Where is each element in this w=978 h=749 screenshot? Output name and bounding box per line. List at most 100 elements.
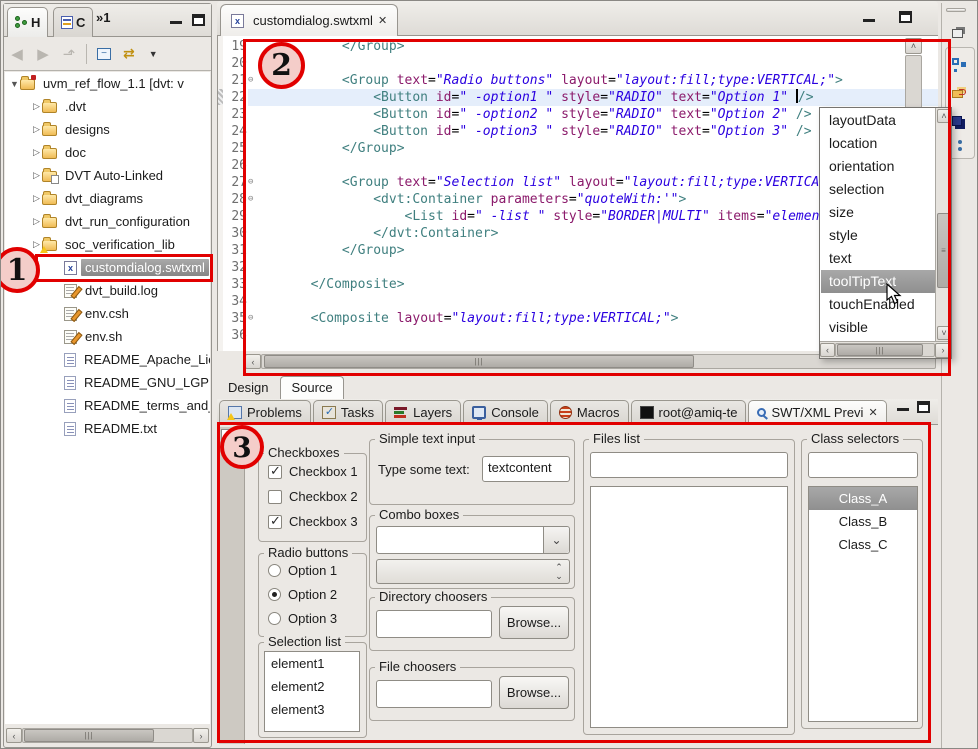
close-icon[interactable]: ✕ bbox=[378, 14, 387, 27]
selection-listbox[interactable]: element1element2element3 bbox=[264, 651, 360, 732]
autocomplete-item-size[interactable]: size bbox=[821, 201, 935, 224]
tree-item-doc[interactable]: ▷doc bbox=[5, 141, 210, 164]
code-line[interactable]: </Group> bbox=[248, 38, 938, 55]
list-item-class_b[interactable]: Class_B bbox=[809, 510, 917, 533]
checkbox-row[interactable]: Checkbox 1 bbox=[268, 464, 358, 479]
tree-item-dvt-build-log[interactable]: dvt_build.log bbox=[5, 279, 210, 302]
autocomplete-item-layoutData[interactable]: layoutData bbox=[821, 109, 935, 132]
tree-item-uvm-ref-flow-1-1-dvt-v[interactable]: ▼uvm_ref_flow_1.1 [dvt: v bbox=[5, 72, 210, 95]
explorer-minimize-button[interactable] bbox=[170, 16, 182, 24]
editor-tab-customdialog[interactable]: x customdialog.swtxml ✕ bbox=[220, 4, 398, 36]
spinner-up-down-icon[interactable]: ⌃⌄ bbox=[549, 560, 569, 583]
tab-layers[interactable]: Layers bbox=[385, 400, 461, 424]
radio-row[interactable]: Option 1 bbox=[268, 563, 337, 578]
popup-vscrollbar[interactable]: ˄ ≡ ˅ bbox=[935, 108, 951, 341]
autocomplete-item-selection[interactable]: selection bbox=[821, 178, 935, 201]
expand-arrow-icon[interactable]: ▷ bbox=[31, 147, 42, 158]
scroll-left-button[interactable]: ‹ bbox=[820, 343, 835, 357]
radio-selected-icon[interactable] bbox=[268, 588, 281, 601]
scroll-right-button[interactable]: › bbox=[935, 343, 951, 358]
scroll-left-button[interactable]: ‹ bbox=[6, 728, 22, 743]
tab-compile[interactable]: C bbox=[53, 7, 93, 37]
scroll-right-button[interactable]: › bbox=[193, 728, 209, 743]
palette-add-icon[interactable]: + bbox=[221, 429, 237, 445]
radio-row[interactable]: Option 3 bbox=[268, 611, 337, 626]
tab-macros[interactable]: Macros bbox=[550, 400, 629, 424]
radio-row[interactable]: Option 2 bbox=[268, 587, 337, 602]
tree-item-readme-gnu-lgpl-[interactable]: README_GNU_LGPL_ bbox=[5, 371, 210, 394]
tree-item-env-csh[interactable]: env.csh bbox=[5, 302, 210, 325]
bottom-maximize-button[interactable] bbox=[917, 403, 930, 413]
tree-item-designs[interactable]: ▷designs bbox=[5, 118, 210, 141]
tab-source[interactable]: Source bbox=[280, 376, 343, 399]
tab-tasks[interactable]: Tasks bbox=[313, 400, 383, 424]
radio-unselected-icon[interactable] bbox=[268, 612, 281, 625]
list-item-element2[interactable]: element2 bbox=[265, 675, 359, 698]
text-input-field[interactable]: textcontent bbox=[482, 456, 570, 482]
dvt-folders-icon[interactable] bbox=[952, 90, 963, 98]
scroll-up-button[interactable]: ˄ bbox=[905, 38, 922, 54]
tab-problems[interactable]: Problems bbox=[219, 400, 311, 424]
link-with-editor-icon[interactable]: ⇄ bbox=[123, 45, 135, 62]
restore-view-icon[interactable] bbox=[952, 29, 963, 38]
expand-arrow-icon[interactable]: ▷ bbox=[31, 124, 42, 135]
tree-item-readme-txt[interactable]: README.txt bbox=[5, 417, 210, 440]
windows-view-icon[interactable] bbox=[952, 116, 962, 126]
file-path-field[interactable] bbox=[376, 680, 492, 708]
browse-file-button[interactable]: Browse... bbox=[499, 676, 569, 709]
tab-design[interactable]: Design bbox=[217, 376, 279, 399]
tab-overflow-indicator[interactable]: »1 bbox=[96, 10, 110, 25]
code-line[interactable]: <Group text="Radio buttons" layout="layo… bbox=[248, 72, 938, 89]
autocomplete-item-toolTipText[interactable]: toolTipText bbox=[821, 270, 935, 293]
browse-directory-button[interactable]: Browse... bbox=[499, 606, 569, 639]
list-item-class_a[interactable]: Class_A bbox=[809, 487, 917, 510]
code-line[interactable]: <Button id=" -option1 " style="RADIO" te… bbox=[248, 89, 938, 106]
tree-item-dvt-diagrams[interactable]: ▷dvt_diagrams bbox=[5, 187, 210, 210]
class-filter-field[interactable] bbox=[808, 452, 918, 478]
radio-unselected-icon[interactable] bbox=[268, 564, 281, 577]
checkbox-row[interactable]: Checkbox 3 bbox=[268, 514, 358, 529]
more-views-dots-icon[interactable] bbox=[952, 140, 968, 154]
directory-path-field[interactable] bbox=[376, 610, 492, 638]
tree-item-readme-terms-and-[interactable]: README_terms_and_ bbox=[5, 394, 210, 417]
close-icon[interactable]: ✕ bbox=[868, 406, 877, 419]
bottom-minimize-button[interactable] bbox=[897, 403, 909, 413]
back-arrow-icon[interactable]: ◀ bbox=[4, 45, 30, 63]
chevron-down-icon[interactable]: ⌄ bbox=[543, 527, 569, 553]
editor-maximize-button[interactable] bbox=[899, 11, 912, 23]
explorer-maximize-button[interactable] bbox=[192, 14, 205, 26]
tree-item-dvt-run-configuration[interactable]: ▷dvt_run_configuration bbox=[5, 210, 210, 233]
expand-arrow-icon[interactable]: ▷ bbox=[31, 193, 42, 204]
view-menu-icon[interactable]: ▼ bbox=[149, 49, 158, 59]
autocomplete-item-touchEnabled[interactable]: touchEnabled bbox=[821, 293, 935, 316]
editor-minimize-button[interactable] bbox=[863, 14, 875, 22]
checkbox-checked-icon[interactable] bbox=[268, 465, 282, 479]
tab-console[interactable]: Console bbox=[463, 400, 548, 424]
scroll-down-button[interactable]: ˅ bbox=[937, 326, 951, 340]
up-navigate-icon[interactable]: ⬏ bbox=[56, 45, 82, 63]
autocomplete-item-orientation[interactable]: orientation bbox=[821, 155, 935, 178]
tree-item-env-sh[interactable]: env.sh bbox=[5, 325, 210, 348]
tab-swt-xml-previ[interactable]: SWT/XML Previ✕ bbox=[748, 400, 886, 424]
list-item-class_c[interactable]: Class_C bbox=[809, 533, 917, 556]
expand-arrow-icon[interactable]: ▷ bbox=[31, 170, 42, 181]
tree-item-dvt-auto-linked[interactable]: ▷DVT Auto-Linked bbox=[5, 164, 210, 187]
list-item-element1[interactable]: element1 bbox=[265, 652, 359, 675]
tree-item-soc-verification-lib[interactable]: ▷soc_verification_lib bbox=[5, 233, 210, 256]
autocomplete-item-style[interactable]: style bbox=[821, 224, 935, 247]
popup-hscrollbar[interactable]: ‹ ||| › bbox=[820, 341, 951, 358]
forward-arrow-icon[interactable]: ▶ bbox=[30, 45, 56, 63]
expand-arrow-icon[interactable]: ▷ bbox=[31, 216, 42, 227]
files-filter-field[interactable] bbox=[590, 452, 788, 478]
list-item-element3[interactable]: element3 bbox=[265, 698, 359, 721]
scroll-up-button[interactable]: ˄ bbox=[937, 109, 951, 123]
collapse-all-icon[interactable]: − bbox=[97, 48, 111, 60]
combo-box-1[interactable]: ⌄ bbox=[376, 526, 570, 554]
tab-hierarchy[interactable]: H bbox=[7, 7, 48, 37]
checkbox-checked-icon[interactable] bbox=[268, 515, 282, 529]
class-listbox[interactable]: Class_AClass_BClass_C bbox=[808, 486, 918, 722]
trim-grip-handle[interactable] bbox=[946, 8, 966, 12]
combo-box-2[interactable]: ⌃⌄ bbox=[376, 559, 570, 584]
code-line[interactable] bbox=[248, 55, 938, 72]
tree-item-customdialog-swtxml[interactable]: xcustomdialog.swtxml bbox=[5, 256, 210, 279]
